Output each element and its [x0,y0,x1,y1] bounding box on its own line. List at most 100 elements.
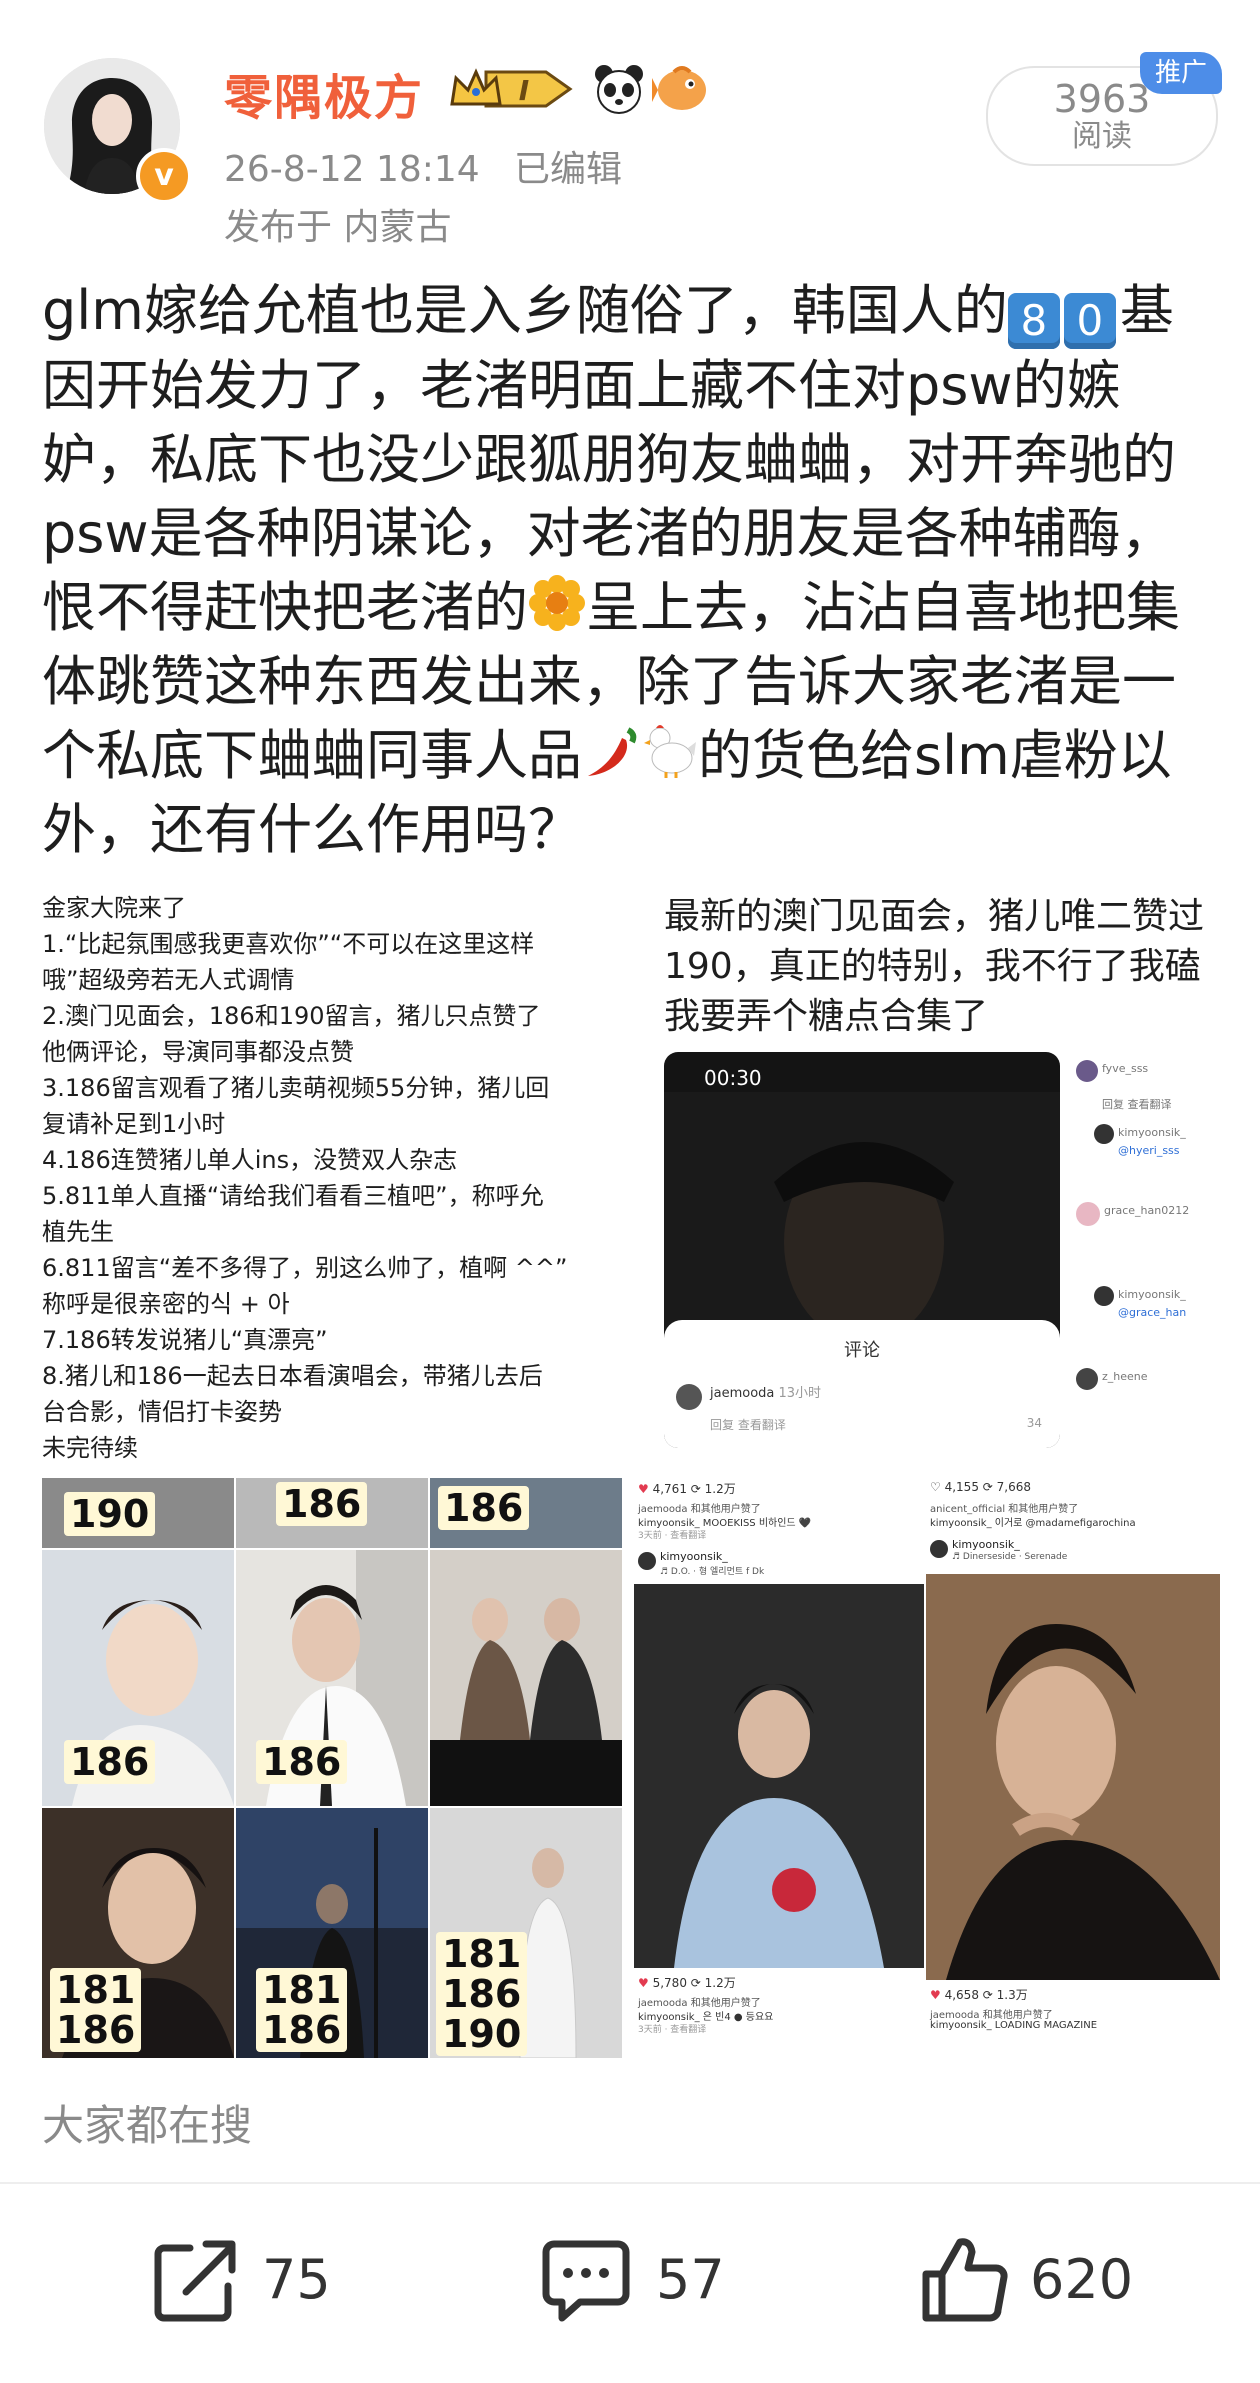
grid-label: 186 [438,1486,530,1530]
macau-line: 我要弄个糖点合集了 [664,996,989,1037]
keycap-8-icon: 8 [1007,293,1060,349]
side-user: kimyoonsik_ [1118,1288,1186,1301]
verified-badge-icon: v [136,148,192,204]
ig-caption: kimyoonsik_ LOADING MAGAZINE [930,2020,1098,2031]
share-button[interactable]: 75 [150,2230,390,2330]
post-segment: glm嫁给允植也是入乡随俗了，韩国人的 [42,279,1008,342]
repost-icon: ⟳ [982,1988,993,2002]
post-image-grid[interactable]: 190 186 186 186 186 181 186 181 186 181 … [42,1478,622,2058]
svg-text:I: I [519,74,529,107]
phone-time: 00:30 [704,1066,762,1090]
ig-caption: jaemooda 和其他用户赞了 [930,2010,1053,2021]
ig-post[interactable]: ♥ 4,761 ⟳ 1.2万 jaemooda 和其他用户赞了 kimyoons… [634,1478,924,2058]
side-user: fyve_sss [1102,1062,1149,1075]
location-label: 发布于 内蒙古 [224,207,452,248]
ig-caption: kimyoonsik_ 은 빈4 ● 등요요 [638,2012,774,2023]
list-line: 5.811单人直播“请给我们看看三植吧”，称呼允 [42,1182,544,1210]
grid-label: 181 186 [50,1968,142,2052]
grid-label: 190 [64,1492,156,1536]
phone-screenshot: 00:30 评论 jaemooda 13小时 回复 查看翻译 34 [664,1052,1060,1448]
promo-tag[interactable]: 推广 [1140,52,1222,94]
ig-shares: 1.2万 [704,1482,736,1496]
list-title: 金家大院来了 [42,894,186,922]
grid-cell: 190 [42,1478,234,1548]
post-image-list[interactable]: 金家大院来了 1.“比起氛围感我更喜欢你”“不可以在这里这样 哦”超级旁若无人式… [42,890,622,1460]
ig-likes: 4,658 [944,1988,979,2002]
ig-photo [634,1584,924,1968]
macau-line: 190，真正的特别，我不行了我磕 [664,946,1201,987]
post-text: glm嫁给允植也是入乡随俗了，韩国人的 8 0 基因开始发力了，老渚明面上藏不住对ps… [42,274,1222,867]
grid-cell: 181 186 [236,1808,428,2058]
side-user: z_heene [1102,1370,1148,1383]
chili-emoji-icon [588,727,637,776]
ig-likes: 5,780 [652,1976,687,1990]
ig-caption: 3天前 · 查看翻译 [638,1531,707,1541]
grid-cell: 186 [236,1478,428,1548]
ig-avatar [930,1540,948,1558]
username[interactable]: 零隅极方 [224,58,424,128]
comment-actions: 回复 查看翻译 [710,1418,786,1432]
side-meta: @hyeri_sss [1118,1144,1180,1157]
side-meta: @grace_han [1118,1306,1187,1319]
list-line: 2.澳门见面会，186和190留言，猪儿只点赞了 [42,1002,541,1030]
share-icon [154,2240,236,2322]
ig-caption: 3天前 · 查看翻译 [638,2025,707,2035]
grid-cell: 186 [236,1550,428,1806]
list-line: 4.186连赞猪儿单人ins，没赞双人杂志 [42,1146,458,1174]
list-line: 8.猪儿和186一起去日本看演唱会，带猪儿去后 [42,1362,543,1390]
comment-button[interactable]: 57 [540,2230,780,2330]
side-meta: 回复 查看翻译 [1102,1098,1172,1111]
grid-cell: 186 [42,1550,234,1806]
repost-icon: ⟳ [982,1480,993,1494]
read-label: 阅读 [1072,119,1132,154]
list-line: 1.“比起氛围感我更喜欢你”“不可以在这里这样 [42,930,535,958]
list-line: 未完待续 [42,1434,138,1460]
chicken-emoji-icon [644,725,696,778]
fish-badge-icon [652,66,706,110]
like-count: 620 [1030,2248,1134,2311]
list-line: 3.186留言观看了猪儿卖萌视频55分钟，猪儿回 [42,1074,550,1102]
macau-line: 最新的澳门见面会，猪儿唯二赞过 [664,896,1205,937]
grid-label: 181 186 190 [436,1932,528,2056]
grid-label: 181 186 [256,1968,348,2052]
comment-icon [542,2240,630,2322]
share-count: 75 [262,2248,331,2311]
grid-label: 186 [64,1740,156,1784]
like-button[interactable]: 620 [918,2230,1198,2330]
ig-likes: 4,761 [652,1482,687,1496]
grid-label: 186 [276,1482,368,1526]
side-comments: fyve_sss 回复 查看翻译 kimyoonsik_ @hyeri_sss … [1070,1052,1220,1448]
ig-likes: 4,155 [944,1480,979,1494]
grid-label: 186 [256,1740,348,1784]
side-user: kimyoonsik_ [1118,1126,1186,1139]
ig-caption: anicent_official 和其他用户赞了 [930,1504,1079,1515]
ig-song: ♬ Dinerseside · Serenade [952,1552,1068,1562]
flower-emoji-icon [529,575,585,631]
keycap-0-icon: 0 [1063,293,1116,349]
list-line: 台合影，情侣打卡姿势 [42,1398,282,1426]
comment-user: jaemooda [710,1386,775,1401]
heart-icon: ♥ [638,1482,649,1496]
panda-badge-icon [595,65,643,114]
side-user: grace_han0212 [1104,1204,1190,1217]
ig-post[interactable]: ♡ 4,155 ⟳ 7,668 anicent_official 和其他用户赞了… [926,1478,1220,2058]
divider [0,2182,1260,2184]
ig-user: kimyoonsik_ [952,1538,1020,1551]
post-meta: 26-8-12 18:14 已编辑 [224,140,622,192]
trending-search-label[interactable]: 大家都在搜 [42,2092,252,2153]
heart-icon: ♥ [930,1988,941,2002]
edited-label: 已编辑 [514,149,623,190]
video-frame [664,1092,1060,1332]
heart-icon: ♥ [638,1976,649,1990]
list-line: 植先生 [42,1218,114,1246]
ig-shares: 7,668 [996,1480,1032,1494]
ig-shares: 1.2万 [704,1976,736,1990]
grid-cell [430,1550,622,1806]
post-date: 26-8-12 18:14 [224,149,480,190]
comment-likes: 34 [1026,1416,1042,1430]
ig-caption: kimyoonsik_ 이거로 @madamefigarochina [930,1518,1136,1529]
ig-avatar [638,1552,656,1570]
ig-caption: jaemooda 和其他用户赞了 [638,1504,761,1515]
ig-photo [926,1574,1220,1980]
list-line: 哦”超级旁若无人式调情 [42,966,295,994]
